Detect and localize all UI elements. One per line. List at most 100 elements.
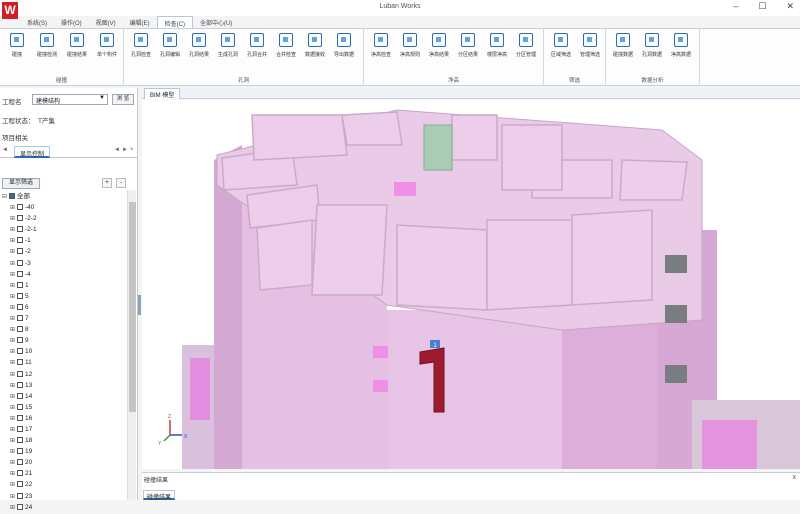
browse-button[interactable]: 浏 览	[112, 94, 134, 105]
checkbox-icon[interactable]	[17, 370, 23, 377]
checkbox-icon[interactable]	[17, 204, 23, 211]
single-component-button[interactable]: 单个构件	[92, 33, 122, 58]
expand-icon[interactable]: ⊞	[10, 370, 16, 381]
tree-floor-item[interactable]: ⊞ 19	[2, 446, 126, 457]
checkbox-icon[interactable]	[17, 414, 23, 421]
maximize-button[interactable]: ☐	[758, 1, 766, 12]
checkbox-icon[interactable]	[17, 292, 23, 299]
tree-floor-item[interactable]: ⊞ 15	[2, 402, 126, 413]
tab-scroll-left-icon[interactable]: ◄	[114, 147, 120, 153]
tree-floor-item[interactable]: ⊞ 6	[2, 302, 126, 313]
hole-edit-button[interactable]: 孔洞编辑	[155, 33, 185, 58]
zone-result-button[interactable]: 分区结果	[453, 33, 483, 58]
tree-floor-item[interactable]: ⊞ -4	[2, 269, 126, 280]
expand-icon[interactable]: ⊞	[10, 381, 16, 392]
expand-all-button[interactable]: +	[102, 178, 112, 188]
panel-splitter[interactable]	[138, 295, 141, 315]
tree-floor-item[interactable]: ⊞ 21	[2, 468, 126, 479]
tree-floor-item[interactable]: ⊞ 13	[2, 380, 126, 391]
menu-system[interactable]: 系统(S)	[20, 16, 54, 28]
checkbox-icon[interactable]	[17, 326, 23, 333]
expand-icon[interactable]: ⊞	[10, 247, 16, 258]
tree-floor-item[interactable]: ⊞ -2	[2, 246, 126, 257]
menu-check[interactable]: 检查(C)	[156, 16, 194, 28]
menu-operate[interactable]: 操作(O)	[54, 16, 89, 28]
hole-check-button[interactable]: 孔洞检查	[126, 33, 156, 58]
generate-hole-button[interactable]: 生成孔洞	[213, 33, 243, 58]
merge-check-button[interactable]: 合并检查	[271, 33, 301, 58]
checkbox-icon[interactable]	[17, 359, 23, 366]
tree-floor-item[interactable]: ⊞ 11	[2, 357, 126, 368]
tree-floor-item[interactable]: ⊞ 1	[2, 280, 126, 291]
checkbox-icon[interactable]	[17, 425, 23, 432]
checkbox-icon[interactable]	[17, 281, 23, 288]
hole-result-button[interactable]: 孔洞结果	[184, 33, 214, 58]
clearance-result-button[interactable]: 净高结果	[424, 33, 454, 58]
display-filter-button[interactable]: 显示筛选	[2, 178, 40, 189]
tree-floor-item[interactable]: ⊞ -3	[2, 258, 126, 269]
tree-floor-item[interactable]: ⊞ -1	[2, 235, 126, 246]
clearance-check-button[interactable]: 净高检查	[366, 33, 396, 58]
expand-icon[interactable]: ⊞	[10, 503, 16, 514]
expand-icon[interactable]: ⊞	[10, 480, 16, 491]
clearance-rule-button[interactable]: 净高规则	[395, 33, 425, 58]
checkbox-icon[interactable]	[17, 403, 23, 410]
tree-floor-item[interactable]: ⊞ 18	[2, 435, 126, 446]
menu-edit[interactable]: 编辑(E)	[123, 16, 157, 28]
project-select[interactable]: 建模结构 ▼	[32, 94, 108, 105]
export-data-button[interactable]: 导出数据	[329, 33, 359, 58]
collision-button[interactable]: 碰撞	[2, 33, 32, 58]
collapse-all-button[interactable]: -	[116, 178, 126, 188]
checkbox-icon[interactable]	[9, 193, 15, 199]
expand-icon[interactable]: ⊞	[10, 358, 16, 369]
minimize-button[interactable]: –	[733, 1, 738, 12]
tree-floor-item[interactable]: ⊞ 7	[2, 313, 126, 324]
checkbox-icon[interactable]	[17, 470, 23, 477]
tab-collision-result[interactable]: 碰撞结果	[143, 490, 176, 501]
checkbox-icon[interactable]	[17, 459, 23, 466]
menu-center[interactable]: 全部中心(U)	[193, 16, 239, 28]
tree-floor-item[interactable]: ⊞ 22	[2, 479, 126, 490]
collapse-icon[interactable]: ⊟	[2, 192, 8, 203]
data-receive-button[interactable]: 数据接收	[300, 33, 330, 58]
checkbox-icon[interactable]	[17, 381, 23, 388]
tree-floor-item[interactable]: ⊞ 5	[2, 291, 126, 302]
checkbox-icon[interactable]	[17, 303, 23, 310]
tree-floor-item[interactable]: ⊞ 20	[2, 457, 126, 468]
collision-result-button[interactable]: 碰撞结果	[62, 33, 92, 58]
tab-display-control[interactable]: 显示控制	[14, 146, 51, 158]
checkbox-icon[interactable]	[17, 270, 23, 277]
tab-close-icon[interactable]: ×	[130, 147, 134, 153]
checkbox-icon[interactable]	[17, 248, 23, 255]
bim-viewport[interactable]: 1 X Z Y	[142, 100, 800, 469]
checkbox-icon[interactable]	[17, 503, 23, 510]
tree-floor-item[interactable]: ⊞ -2-1	[2, 224, 126, 235]
expand-icon[interactable]: ⊞	[10, 259, 16, 270]
clearance-data-button[interactable]: 净高数据	[666, 33, 696, 58]
tree-floor-item[interactable]: ⊞ 12	[2, 369, 126, 380]
expand-icon[interactable]: ⊞	[10, 492, 16, 503]
checkbox-icon[interactable]	[17, 215, 23, 222]
tree-floor-item[interactable]: ⊞ 8	[2, 324, 126, 335]
tree-floor-item[interactable]: ⊞ -2-2	[2, 213, 126, 224]
tree-root-item[interactable]: ⊟ 全部	[2, 191, 126, 202]
tree-floor-item[interactable]: ⊞ -40	[2, 202, 126, 213]
tree-scroll-thumb[interactable]	[129, 202, 136, 412]
tree-floor-item[interactable]: ⊞ 24	[2, 502, 126, 513]
menu-view[interactable]: 视图(V)	[89, 16, 123, 28]
tree-floor-item[interactable]: ⊞ 9	[2, 335, 126, 346]
tree-scrollbar[interactable]	[127, 190, 136, 500]
tree-floor-item[interactable]: ⊞ 16	[2, 413, 126, 424]
tab-scroll-right-icon[interactable]: ►	[122, 147, 128, 153]
checkbox-icon[interactable]	[17, 492, 23, 499]
close-button[interactable]: ✕	[786, 1, 794, 12]
checkbox-icon[interactable]	[17, 337, 23, 344]
checkbox-icon[interactable]	[17, 448, 23, 455]
tab-bim-model[interactable]: BIM 模型	[144, 88, 181, 99]
hole-data-button[interactable]: 孔洞数据	[637, 33, 667, 58]
checkbox-icon[interactable]	[17, 348, 23, 355]
collision-detect-button[interactable]: 碰撞检测	[32, 33, 62, 58]
zone-manage-button[interactable]: 分区管理	[511, 33, 541, 58]
checkbox-icon[interactable]	[17, 259, 23, 266]
hole-merge-button[interactable]: 孔洞合并	[242, 33, 272, 58]
